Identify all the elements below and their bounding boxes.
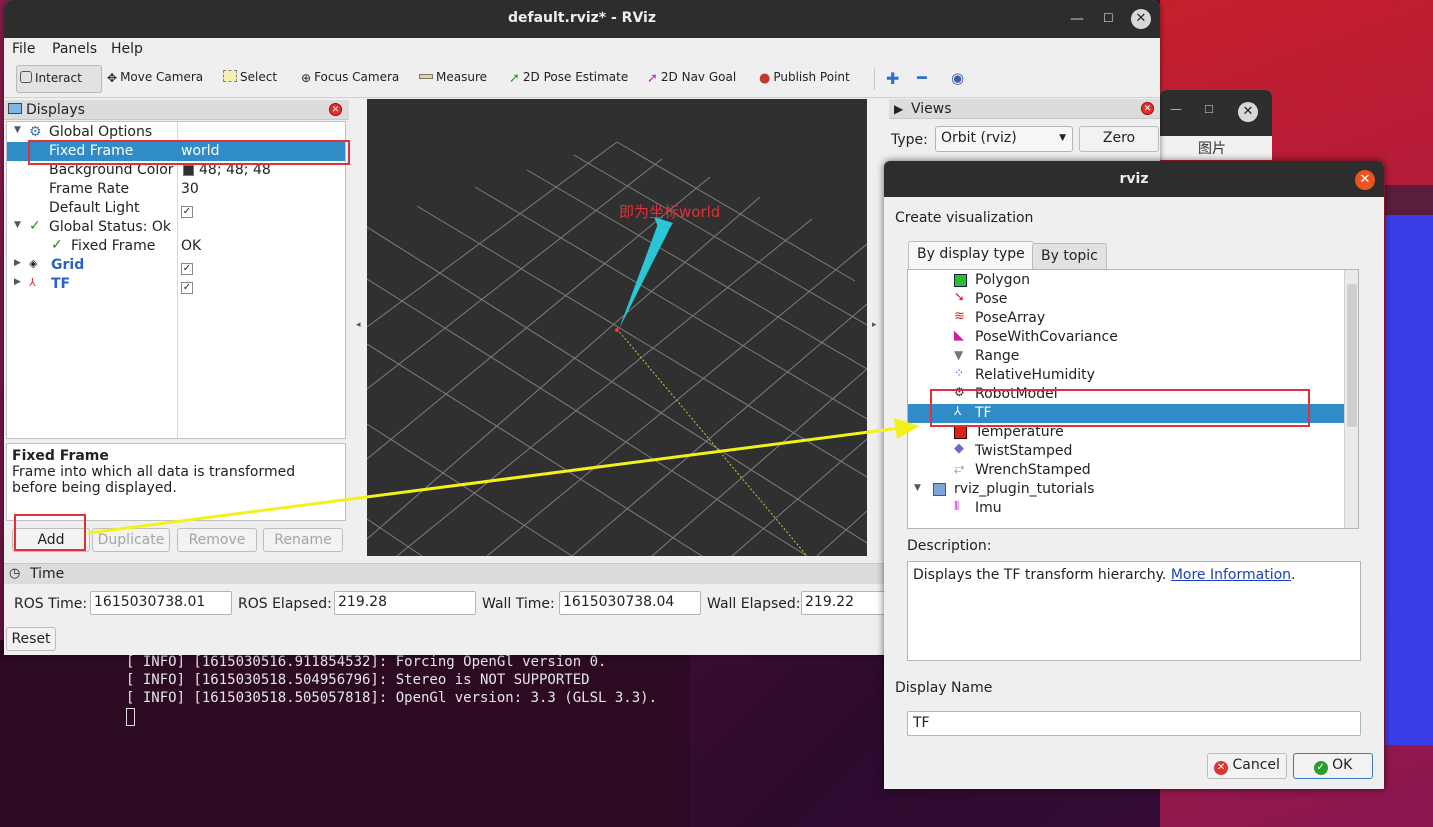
annotation-arrow-overlay bbox=[87, 418, 920, 535]
annotation-arrow-yellow bbox=[87, 426, 901, 535]
annotation-arrowhead-yellow bbox=[894, 418, 920, 439]
